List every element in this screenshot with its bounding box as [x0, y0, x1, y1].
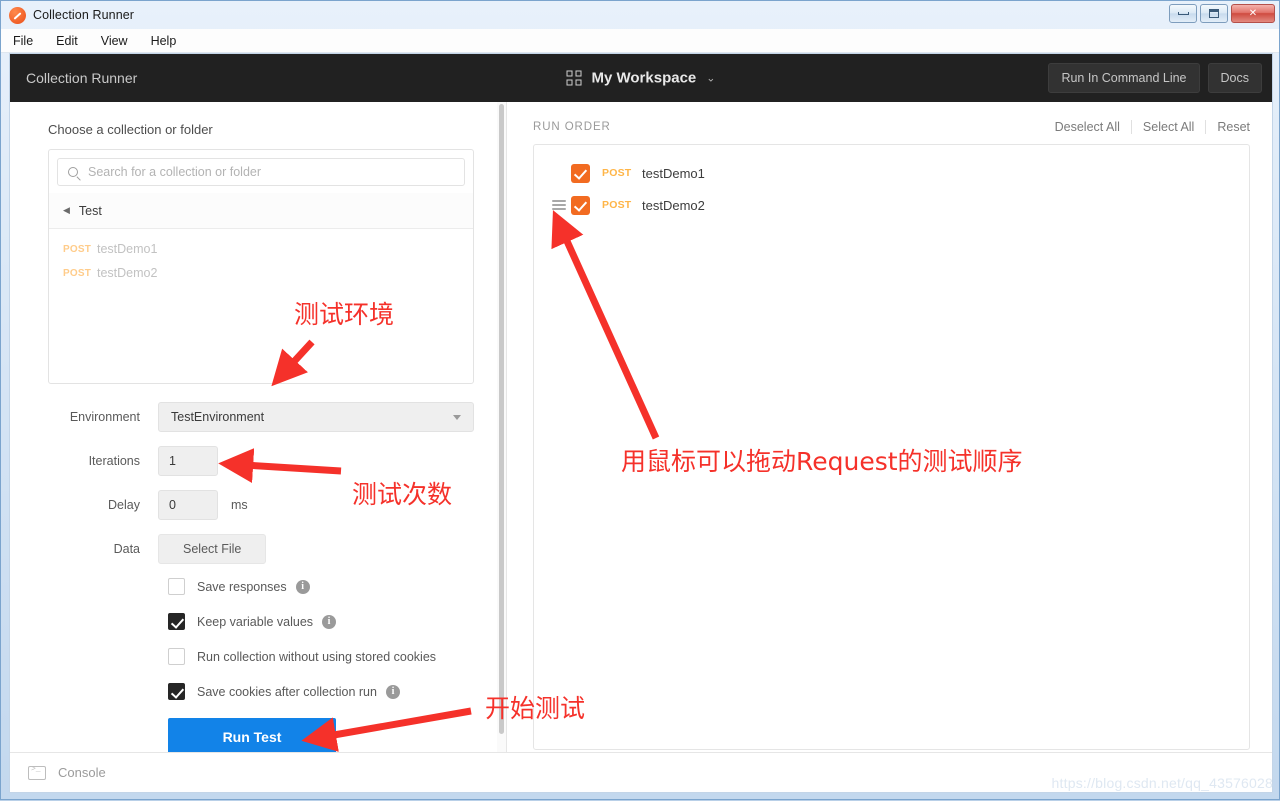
delay-input[interactable]: 0 — [158, 490, 218, 520]
postman-logo-icon — [9, 6, 26, 24]
window-title: Collection Runner — [33, 8, 135, 22]
drag-handle-icon[interactable] — [552, 199, 566, 211]
search-input[interactable]: Search for a collection or folder — [88, 165, 261, 179]
back-arrow-icon[interactable]: ◀ — [63, 205, 70, 216]
search-field[interactable]: Search for a collection or folder — [57, 158, 465, 186]
menu-help[interactable]: Help — [151, 34, 177, 48]
iterations-label: Iterations — [88, 454, 140, 468]
options-checkbox-group: Save responses i Keep variable values i … — [48, 578, 474, 700]
run-order-method: POST — [602, 199, 632, 211]
menubar: File Edit View Help — [1, 29, 1279, 53]
info-icon[interactable]: i — [295, 579, 310, 594]
checkbox-row-save-responses[interactable]: Save responses i — [168, 578, 474, 595]
run-test-button[interactable]: Run Test — [168, 718, 336, 756]
save-responses-label: Save responses — [197, 579, 287, 594]
run-order-actions: Deselect All Select All Reset — [1044, 120, 1250, 134]
run-order-header: RUN ORDER Deselect All Select All Reset — [533, 120, 1250, 134]
page-title: Collection Runner — [26, 70, 138, 86]
info-icon[interactable]: i — [322, 614, 337, 629]
chevron-down-icon: ⌄ — [706, 72, 716, 85]
annotation-run: 开始测试 — [485, 694, 586, 723]
select-all-button[interactable]: Select All — [1130, 120, 1205, 134]
environment-row: Environment TestEnvironment — [48, 402, 474, 432]
request-list: POST testDemo1 POST testDemo2 — [49, 229, 473, 285]
application-body: Collection Runner My Workspace ⌄ Run In … — [9, 53, 1273, 793]
workspace-selector[interactable]: My Workspace ⌄ — [566, 69, 716, 87]
list-item[interactable]: POST testDemo2 — [49, 261, 473, 285]
grid-icon — [566, 70, 582, 86]
annotation-iterations: 测试次数 — [352, 480, 453, 509]
os-window: Collection Runner ✕ File Edit View Help … — [0, 0, 1280, 800]
delay-label: Delay — [108, 498, 140, 512]
close-button[interactable]: ✕ — [1231, 4, 1275, 23]
menu-edit[interactable]: Edit — [56, 34, 78, 48]
right-pane: RUN ORDER Deselect All Select All Reset … — [507, 102, 1272, 770]
save-cookies-checkbox[interactable] — [168, 683, 185, 700]
chevron-down-icon — [453, 414, 461, 420]
save-cookies-label: Save cookies after collection run — [197, 684, 377, 699]
breadcrumb[interactable]: ◀ Test — [49, 193, 473, 229]
table-row[interactable]: POST testDemo1 — [534, 157, 1249, 189]
run-in-command-line-button[interactable]: Run In Command Line — [1048, 63, 1200, 93]
checkbox-row-no-stored-cookies[interactable]: Run collection without using stored cook… — [168, 648, 474, 665]
left-pane: Choose a collection or folder Search for… — [10, 102, 507, 770]
panes-container: Choose a collection or folder Search for… — [10, 102, 1272, 770]
environment-label: Environment — [69, 410, 140, 424]
run-order-title: RUN ORDER — [533, 121, 611, 133]
watermark: https://blog.csdn.net/qq_43576028 — [1051, 775, 1273, 791]
run-order-name: testDemo1 — [642, 165, 705, 181]
run-order-method: POST — [602, 167, 632, 179]
minimize-icon — [1177, 12, 1189, 15]
run-without-cookies-checkbox[interactable] — [168, 648, 185, 665]
delay-unit: ms — [231, 498, 248, 512]
breadcrumb-label: Test — [78, 203, 102, 218]
menu-file[interactable]: File — [13, 34, 33, 48]
app-header: Collection Runner My Workspace ⌄ Run In … — [10, 54, 1272, 102]
annotation-run-order: 用鼠标可以拖动Request的测试顺序 — [621, 447, 1023, 476]
deselect-all-button[interactable]: Deselect All — [1044, 120, 1131, 134]
iterations-input[interactable]: 1 — [158, 446, 218, 476]
terminal-icon — [28, 765, 46, 780]
select-file-button[interactable]: Select File — [158, 534, 267, 564]
reset-button[interactable]: Reset — [1205, 120, 1250, 134]
info-icon[interactable]: i — [385, 684, 400, 699]
search-icon — [68, 167, 78, 177]
request-method: POST — [63, 243, 92, 255]
run-order-name: testDemo2 — [642, 197, 705, 213]
table-row[interactable]: POST testDemo2 — [534, 189, 1249, 221]
console-label: Console — [58, 765, 106, 780]
data-row: Data Select File — [48, 534, 474, 564]
window-titlebar: Collection Runner ✕ — [1, 1, 1279, 29]
run-order-checkbox[interactable] — [571, 163, 590, 183]
collection-picker: Search for a collection or folder ◀ Test… — [48, 149, 474, 384]
request-name: testDemo2 — [97, 266, 158, 280]
checkbox-row-keep-variable-values[interactable]: Keep variable values i — [168, 613, 474, 630]
data-label: Data — [113, 542, 140, 556]
environment-value: TestEnvironment — [171, 410, 265, 424]
keep-variable-values-label: Keep variable values — [197, 614, 314, 629]
choose-collection-label: Choose a collection or folder — [48, 122, 213, 137]
checkbox-row-save-cookies[interactable]: Save cookies after collection run i — [168, 683, 474, 700]
minimize-button[interactable] — [1169, 4, 1197, 23]
maximize-button[interactable] — [1200, 4, 1228, 23]
header-actions: Run In Command Line Docs — [1048, 63, 1262, 93]
request-method: POST — [63, 267, 92, 279]
list-item[interactable]: POST testDemo1 — [49, 237, 473, 261]
environment-select[interactable]: TestEnvironment — [158, 402, 474, 432]
menu-view[interactable]: View — [101, 34, 128, 48]
run-order-checkbox[interactable] — [571, 195, 590, 215]
run-without-cookies-label: Run collection without using stored cook… — [197, 649, 437, 664]
docs-button[interactable]: Docs — [1207, 63, 1262, 93]
maximize-icon — [1209, 9, 1219, 18]
annotation-environment: 测试环境 — [294, 300, 395, 329]
save-responses-checkbox[interactable] — [168, 578, 185, 595]
keep-variable-values-checkbox[interactable] — [168, 613, 185, 630]
iterations-row: Iterations 1 — [48, 446, 474, 476]
window-controls: ✕ — [1169, 4, 1275, 23]
workspace-name: My Workspace — [591, 69, 697, 87]
request-name: testDemo1 — [97, 242, 158, 256]
left-pane-scrollbar[interactable] — [497, 102, 506, 770]
search-row: Search for a collection or folder — [49, 150, 473, 186]
